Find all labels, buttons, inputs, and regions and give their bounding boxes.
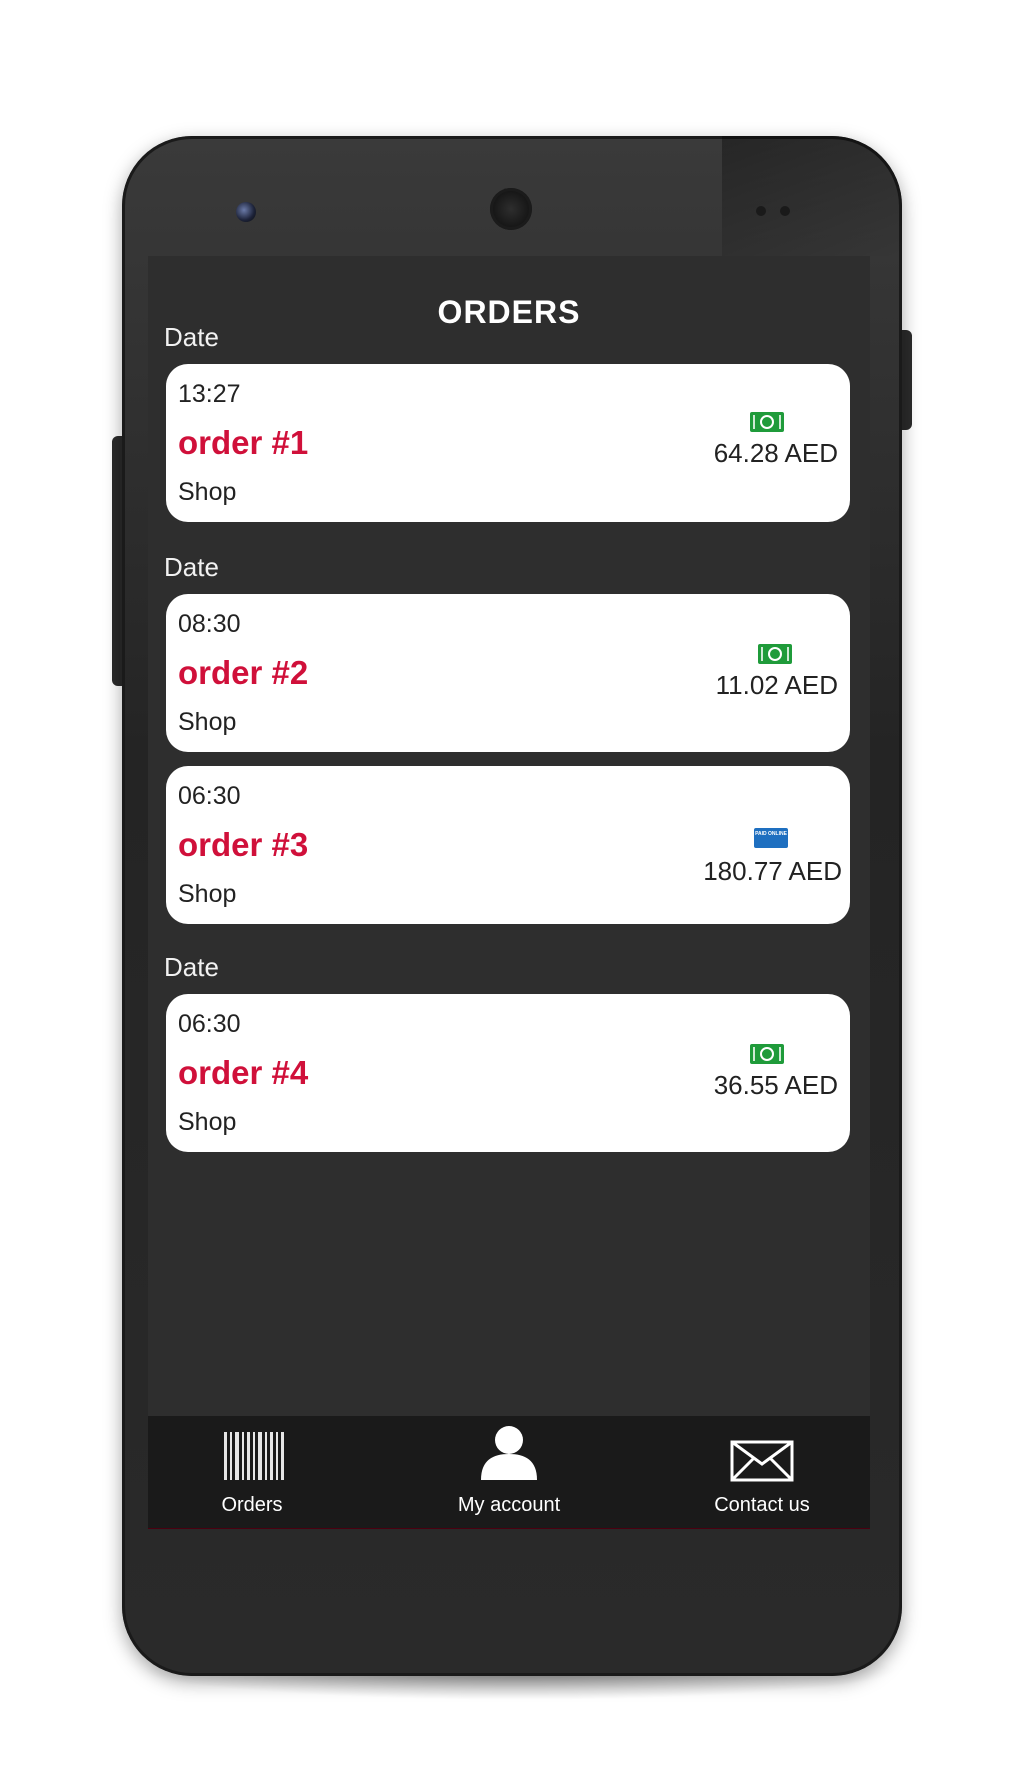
screen-edge xyxy=(148,1528,870,1529)
order-time: 06:30 xyxy=(178,1010,241,1038)
date-header: Date xyxy=(164,952,219,982)
order-time: 08:30 xyxy=(178,610,241,638)
date-header: Date xyxy=(164,552,219,582)
order-price: 36.55 AED xyxy=(713,1070,838,1100)
order-card[interactable]: 06:30 order #4 Shop 36.55 AED xyxy=(166,994,850,1152)
product-mockup: ORDERS Date 13:27 order #1 Shop 64.28 AE… xyxy=(0,0,1020,1786)
order-shop: Shop xyxy=(178,708,237,736)
date-header: Date xyxy=(164,322,219,352)
sensor-dot xyxy=(780,206,790,216)
tab-my-account[interactable]: My account xyxy=(389,1416,629,1528)
tab-contact-us[interactable]: Contact us xyxy=(642,1416,870,1528)
order-title: order #3 xyxy=(178,826,309,863)
order-shop: Shop xyxy=(178,880,237,908)
page-title: ORDERS xyxy=(437,294,581,330)
phone-gloss xyxy=(722,136,902,256)
tab-label: Orders xyxy=(221,1494,283,1516)
speaker-grille-icon xyxy=(490,188,532,230)
app-screen: ORDERS Date 13:27 order #1 Shop 64.28 AE… xyxy=(148,256,870,1528)
order-time: 13:27 xyxy=(178,380,241,408)
order-title: order #2 xyxy=(178,654,309,691)
order-price: 180.77 AED xyxy=(703,856,842,886)
order-shop: Shop xyxy=(178,478,237,506)
cash-icon xyxy=(750,1044,784,1064)
order-title: order #1 xyxy=(178,424,309,461)
order-time: 06:30 xyxy=(178,782,241,810)
user-icon xyxy=(481,1426,537,1480)
order-card[interactable]: 13:27 order #1 Shop 64.28 AED xyxy=(166,364,850,522)
bottom-nav: Orders My account Contact us xyxy=(148,1416,870,1528)
order-title: order #4 xyxy=(178,1054,309,1091)
barcode-icon xyxy=(224,1432,284,1480)
cash-icon xyxy=(758,644,792,664)
order-price: 11.02 AED xyxy=(715,670,838,700)
order-card[interactable]: 06:30 order #3 Shop PAID ONLINE 180.77 A… xyxy=(166,766,850,924)
sensor-dot xyxy=(756,206,766,216)
order-price: 64.28 AED xyxy=(713,438,838,468)
cash-icon xyxy=(750,412,784,432)
tab-label: My account xyxy=(457,1494,561,1516)
tab-label: Contact us xyxy=(714,1494,810,1516)
envelope-icon xyxy=(730,1440,794,1482)
tab-orders[interactable]: Orders xyxy=(148,1416,372,1528)
front-camera-icon xyxy=(236,202,256,222)
paid-online-icon: PAID ONLINE xyxy=(754,828,788,848)
order-shop: Shop xyxy=(178,1108,237,1136)
order-card[interactable]: 08:30 order #2 Shop 11.02 AED xyxy=(166,594,850,752)
